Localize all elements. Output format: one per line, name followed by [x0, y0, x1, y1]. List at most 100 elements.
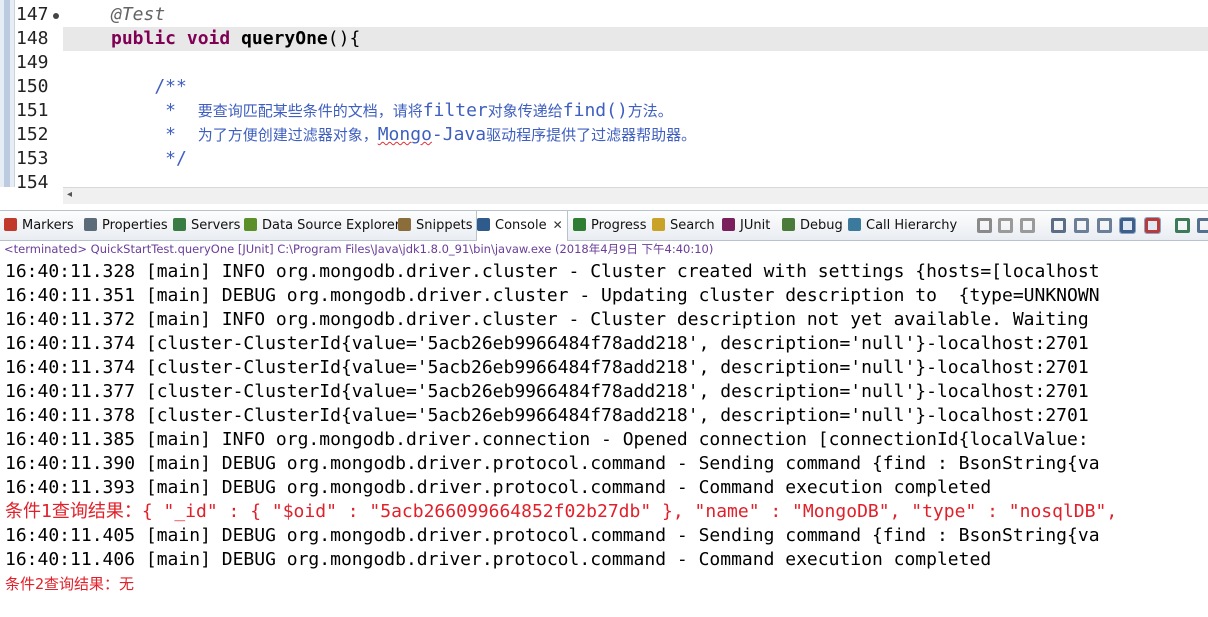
- word-wrap-icon[interactable]: [1097, 218, 1112, 233]
- line-number: 149: [16, 52, 49, 73]
- console-line: 16:40:11.378 [cluster-ClusterId{value='5…: [5, 405, 1089, 426]
- tab-servers[interactable]: Servers: [173, 211, 240, 240]
- open-console-icon[interactable]: [1175, 218, 1190, 233]
- data-source-icon: [244, 218, 257, 231]
- line-number: 147: [16, 4, 49, 25]
- code-text: */: [111, 147, 187, 171]
- tab-label: Call Hierarchy: [866, 218, 958, 233]
- scroll-left-arrow-icon[interactable]: ◂: [67, 189, 72, 200]
- code-token: 要查询匹配某些条件的文档，请将: [197, 102, 423, 120]
- code-token: filter: [422, 100, 488, 121]
- tab-properties[interactable]: Properties: [84, 211, 168, 240]
- code-token: public: [111, 28, 177, 49]
- code-token: /**: [111, 76, 187, 97]
- tab-label: Console: [495, 218, 547, 233]
- code-text: @Test: [111, 3, 165, 27]
- tab-search[interactable]: Search: [652, 211, 715, 240]
- code-token: 为了方便创建过滤器对象，: [197, 126, 378, 144]
- search-icon: [652, 218, 665, 231]
- code-token: 驱动程序提供了过滤器帮助器。: [486, 126, 697, 144]
- line-number: 153: [16, 148, 49, 169]
- snippets-icon: [398, 218, 411, 231]
- tab-label: Progress: [591, 218, 647, 233]
- close-icon[interactable]: ✕: [553, 211, 563, 240]
- pin-console-icon[interactable]: [1119, 217, 1136, 234]
- editor-line[interactable]: 152 * 为了方便创建过滤器对象，Mongo-Java驱动程序提供了过滤器帮助…: [0, 123, 1208, 147]
- code-token: find(): [562, 100, 628, 121]
- line-number: 150: [16, 76, 49, 97]
- fold-marker-icon[interactable]: [53, 13, 59, 19]
- tab-junit[interactable]: JUnit: [722, 211, 770, 240]
- editor-line[interactable]: 147 @Test: [0, 3, 1208, 27]
- editor-line[interactable]: 149: [0, 51, 1208, 75]
- properties-icon: [84, 218, 97, 231]
- progress-icon: [573, 218, 586, 231]
- line-number: 148: [16, 28, 49, 49]
- console-process-label: <terminated> QuickStartTest.queryOne [JU…: [4, 242, 714, 256]
- console-line: 16:40:11.374 [cluster-ClusterId{value='5…: [5, 333, 1089, 354]
- console-line: 16:40:11.406 [main] DEBUG org.mongodb.dr…: [5, 549, 992, 570]
- console-stderr-line: 条件1查询结果：{ "_id" : { "$oid" : "5acb266099…: [5, 501, 1118, 522]
- show-on-output-icon[interactable]: [1144, 217, 1161, 234]
- tab-label: Snippets: [416, 218, 473, 233]
- display-console-icon[interactable]: [1197, 218, 1208, 233]
- tab-call-hierarchy[interactable]: Call Hierarchy: [848, 211, 957, 240]
- tab-debug[interactable]: Debug: [782, 211, 843, 240]
- tab-snippets[interactable]: Snippets: [398, 211, 472, 240]
- code-editor[interactable]: 147 @Test 148 public void queryOne(){149 150…: [0, 0, 1208, 204]
- servers-icon: [173, 218, 186, 231]
- markers-icon: [4, 218, 17, 231]
- line-highlight: [63, 3, 1208, 27]
- call-hierarchy-icon: [848, 218, 861, 231]
- editor-line[interactable]: 148 public void queryOne(){: [0, 27, 1208, 51]
- console-line: 16:40:11.393 [main] DEBUG org.mongodb.dr…: [5, 477, 992, 498]
- editor-horizontal-scrollbar[interactable]: ◂: [63, 187, 1208, 204]
- code-token: void: [186, 28, 231, 49]
- console-line: 16:40:11.351 [main] DEBUG org.mongodb.dr…: [5, 285, 1100, 306]
- line-highlight: [63, 147, 1208, 171]
- console-line: 16:40:11.390 [main] DEBUG org.mongodb.dr…: [5, 453, 1100, 474]
- code-token: *: [111, 100, 198, 121]
- editor-line[interactable]: 150 /**: [0, 75, 1208, 99]
- line-number: 152: [16, 124, 49, 145]
- code-text: public void queryOne(){: [111, 27, 360, 51]
- code-token: -Java: [431, 124, 487, 145]
- editor-line[interactable]: 151 * 要查询匹配某些条件的文档，请将filter对象传递给find()方法…: [0, 99, 1208, 123]
- console-line: 16:40:11.328 [main] INFO org.mongodb.dri…: [5, 261, 1100, 282]
- line-number: 151: [16, 100, 49, 121]
- tab-console[interactable]: Console ✕: [476, 211, 568, 241]
- remove-all-terminated-icon[interactable]: [1020, 218, 1035, 233]
- console-line: 16:40:11.377 [cluster-ClusterId{value='5…: [5, 381, 1089, 402]
- editor-line[interactable]: 153 */: [0, 147, 1208, 171]
- tab-label: Properties: [102, 218, 168, 233]
- scroll-lock-icon[interactable]: [1074, 218, 1089, 233]
- junit-icon: [722, 218, 735, 231]
- tab-data-source-explorer[interactable]: Data Source Explorer: [244, 211, 400, 240]
- line-highlight: [63, 75, 1208, 99]
- code-token: *: [111, 124, 198, 145]
- console-output[interactable]: 16:40:11.328 [main] INFO org.mongodb.dri…: [0, 260, 1208, 617]
- code-token: (){: [327, 28, 361, 49]
- tab-label: Search: [670, 218, 715, 233]
- code-token: */: [111, 148, 187, 169]
- tab-label: Data Source Explorer: [262, 218, 401, 233]
- tab-label: Debug: [800, 218, 843, 233]
- code-token: @Test: [111, 4, 166, 25]
- code-token: Mongo: [377, 124, 432, 145]
- tab-markers[interactable]: Markers: [4, 211, 74, 240]
- debug-icon: [782, 218, 795, 231]
- panel-tab-bar: Markers Properties Servers Data Source Expl…: [0, 210, 1208, 241]
- console-stderr-line: 条件2查询结果：无: [5, 575, 135, 593]
- console-line: 16:40:11.372 [main] INFO org.mongodb.dri…: [5, 309, 1089, 330]
- code-text: * 为了方便创建过滤器对象，Mongo-Java驱动程序提供了过滤器帮助器。: [111, 123, 696, 147]
- code-token: 对象传递给: [487, 102, 563, 120]
- line-number: 154: [16, 172, 49, 193]
- line-highlight: [63, 51, 1208, 75]
- tab-label: Markers: [22, 218, 74, 233]
- terminate-icon[interactable]: [977, 218, 992, 233]
- console-line: 16:40:11.405 [main] DEBUG org.mongodb.dr…: [5, 525, 1100, 546]
- tab-progress[interactable]: Progress: [573, 211, 646, 240]
- clear-console-icon[interactable]: [1051, 218, 1066, 233]
- remove-launch-icon[interactable]: [998, 218, 1013, 233]
